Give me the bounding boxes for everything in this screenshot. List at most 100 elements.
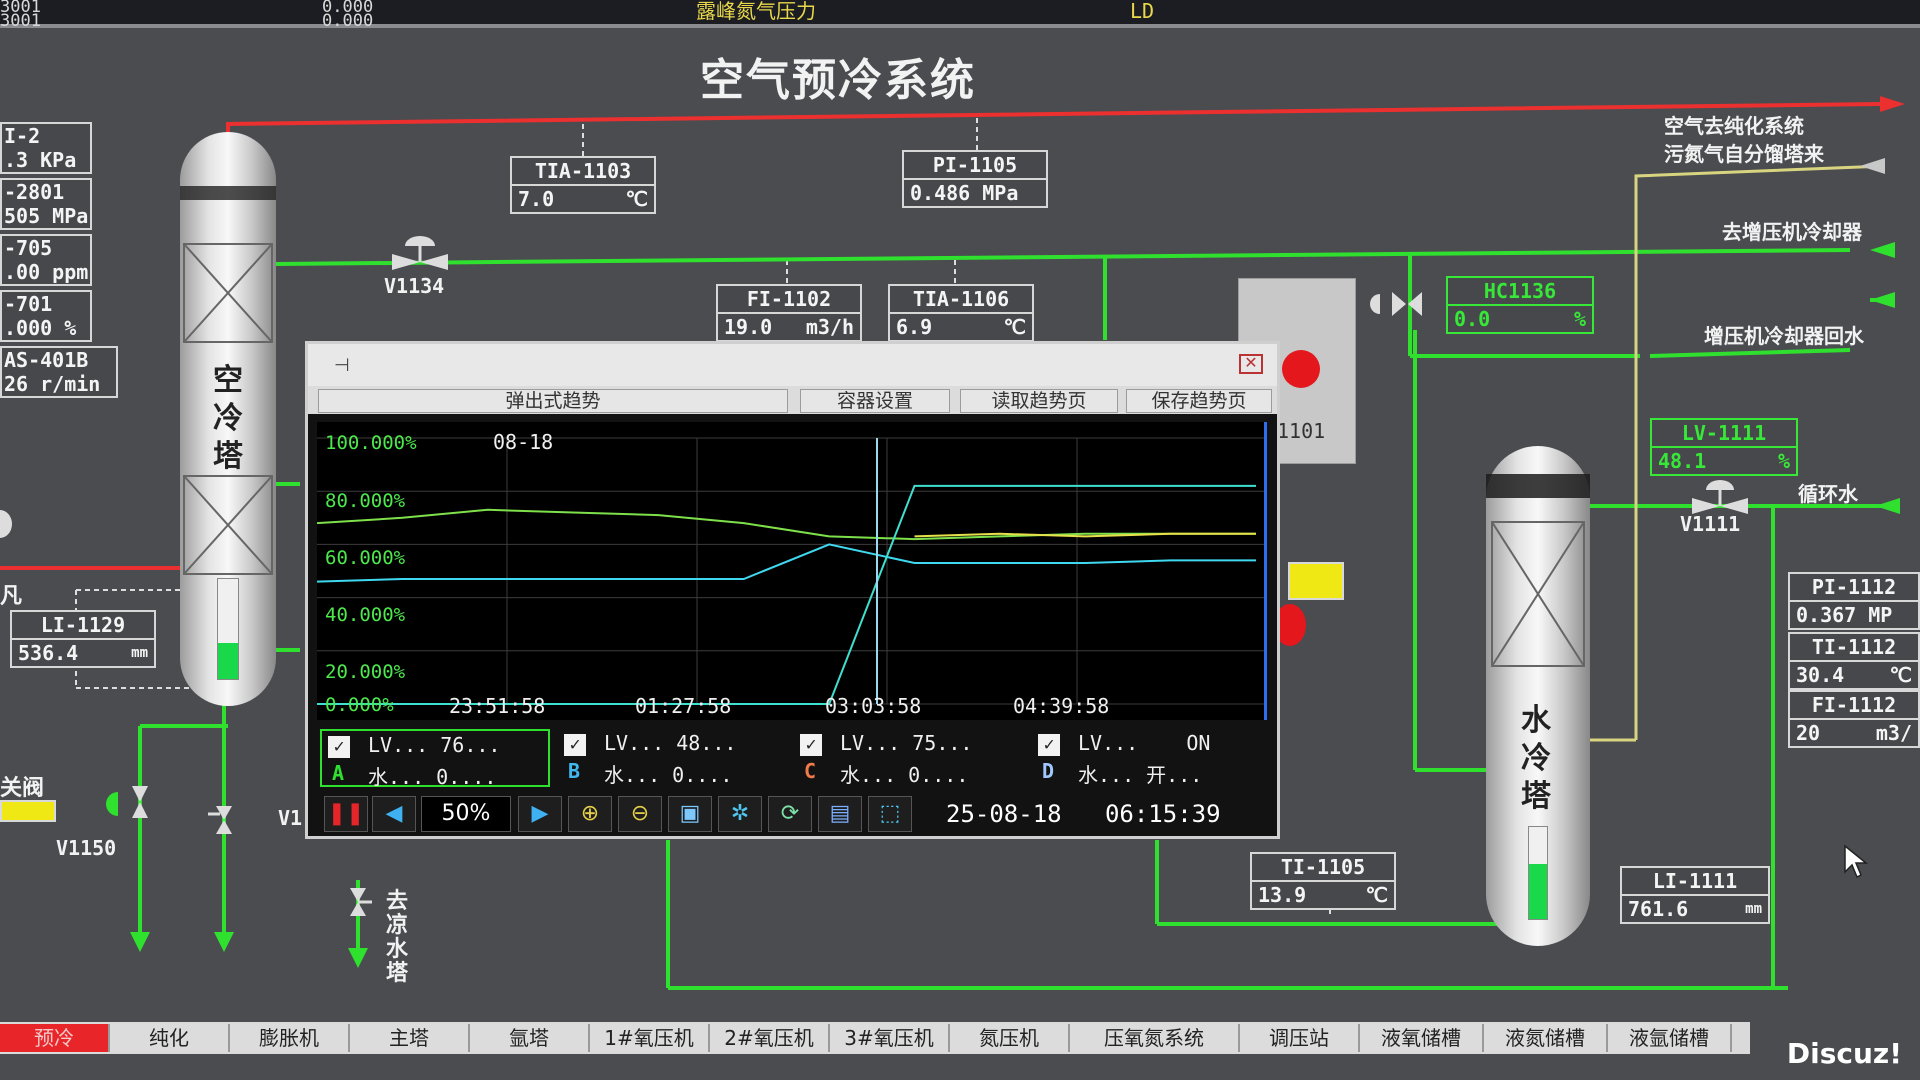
nav-tab-13[interactable]: 液氩储槽 — [1608, 1024, 1732, 1052]
tab-popup-trend[interactable]: 弹出式趋势 — [318, 389, 788, 413]
valve-v1-icon[interactable] — [208, 806, 232, 834]
legend-d-val: ON — [1186, 731, 1211, 755]
tag-unit: mm — [1745, 901, 1762, 917]
nav-tab-10[interactable]: 调压站 — [1240, 1024, 1360, 1052]
water-cooling-tower[interactable]: 水冷塔 — [1486, 446, 1590, 946]
alarm-indicator-1[interactable] — [1282, 350, 1320, 388]
tag-lv-1111[interactable]: LV-1111 48.1% — [1650, 418, 1798, 476]
nav-tab-0[interactable]: 预冷 — [0, 1024, 110, 1052]
cursor-select-icon[interactable]: ⬚ — [868, 796, 912, 832]
tag-fi-1102[interactable]: FI-1102 19.0 m3/h — [716, 284, 862, 342]
popup-trend-window[interactable]: ⊣ ✕ 弹出式趋势 容器设置 读取趋势页 保存趋势页 08-18 100.000… — [305, 341, 1280, 839]
refresh-icon[interactable]: ⟳ — [768, 796, 812, 832]
tag-tia-1106[interactable]: TIA-1106 6.9 ℃ — [888, 284, 1034, 342]
trend-series-2 — [317, 543, 1256, 583]
ytick-label: 40.000% — [325, 604, 406, 626]
legend-d-line1: LV... ON — [1078, 731, 1210, 755]
tab-save-trend[interactable]: 保存趋势页 — [1126, 389, 1272, 413]
zoom-in-icon[interactable]: ⊕ — [568, 796, 612, 832]
legend-checkbox-d[interactable]: ✓ — [1038, 734, 1060, 756]
trend-date-label: 08-18 — [493, 430, 554, 454]
tag-ti-1105[interactable]: TI-1105 13.9 ℃ — [1250, 852, 1396, 910]
left-tag-5-name: AS-401B — [4, 348, 89, 372]
tag-value: 30.4 — [1796, 663, 1845, 687]
nav-tab-4[interactable]: 氩塔 — [470, 1024, 590, 1052]
tab-read-trend[interactable]: 读取趋势页 — [960, 389, 1118, 413]
scroll-right-icon[interactable]: ▶ — [518, 796, 562, 832]
print-icon[interactable]: ▤ — [818, 796, 862, 832]
zoom-level[interactable]: 50% — [421, 796, 511, 832]
tag-name: TI-1105 — [1252, 854, 1394, 882]
tag-unit: ℃ — [625, 187, 648, 211]
close-valve-indicator[interactable] — [0, 800, 56, 822]
xtick-label: 01:27:58 — [635, 694, 732, 718]
scroll-left-icon[interactable]: ◀ — [372, 796, 416, 832]
status-indicator-yellow[interactable] — [1288, 562, 1344, 600]
trend-plot-area[interactable]: 08-18 100.000% 80.000% 60.000% 40.000% 2… — [317, 422, 1267, 720]
nav-tab-6[interactable]: 2#氧压机 — [710, 1024, 830, 1052]
popup-titlebar[interactable]: ⊣ ✕ — [308, 344, 1277, 386]
legend-checkbox-c[interactable]: ✓ — [800, 734, 822, 756]
legend-item-c[interactable]: ✓ LV... 75... C 水... 0.... — [794, 729, 1024, 787]
legend-checkbox-b[interactable]: ✓ — [564, 734, 586, 756]
nav-tab-12[interactable]: 液氮储槽 — [1484, 1024, 1608, 1052]
nav-tab-9[interactable]: 压氧氮系统 — [1070, 1024, 1240, 1052]
left-tag-3: -705 .00 ppm — [0, 234, 92, 286]
nav-tab-5[interactable]: 1#氧压机 — [590, 1024, 710, 1052]
legend-a-line1: LV... 76... — [368, 733, 500, 757]
valve-hc1136-icon[interactable] — [1370, 292, 1422, 316]
label-circ-water: 循环水 — [1798, 482, 1858, 506]
nav-tab-7[interactable]: 3#氧压机 — [830, 1024, 950, 1052]
pause-icon[interactable]: ❚❚ — [324, 796, 368, 832]
left-tag-2-name: -2801 — [4, 180, 65, 204]
nav-tab-2[interactable]: 膨胀机 — [230, 1024, 350, 1052]
tag-fi-1112[interactable]: FI-1112 20 m3/ — [1788, 690, 1920, 748]
left-tag-2: -2801 505 MPa — [0, 178, 92, 230]
tag-li-1129[interactable]: LI-1129 536.4 mm — [10, 610, 156, 668]
close-icon[interactable]: ✕ — [1239, 354, 1263, 374]
water-tower-level-gauge — [1528, 826, 1548, 920]
air-cooling-tower[interactable]: 空冷塔 — [180, 132, 276, 706]
label-waste-n2: 污氮气自分馏塔来 — [1664, 142, 1824, 166]
nav-tab-1[interactable]: 纯化 — [110, 1024, 230, 1052]
tag-unit: ℃ — [1365, 883, 1388, 907]
legend-letter-b: B — [568, 759, 581, 783]
tag-value: 13.9 — [1258, 883, 1307, 907]
label-v1134: V1134 — [384, 274, 445, 298]
legend-d-name2: 水... — [1078, 763, 1135, 787]
nav-tab-3[interactable]: 主塔 — [350, 1024, 470, 1052]
pin-icon[interactable]: ⊣ — [334, 355, 350, 376]
left-fragment-label: 凡 — [0, 584, 23, 609]
ytick-label: 0.000% — [325, 694, 394, 716]
legend-item-b[interactable]: ✓ LV... 48... B 水... 0.... — [558, 729, 788, 787]
valve-cooling-tower-icon[interactable] — [350, 888, 372, 916]
zoom-out-icon[interactable]: ⊖ — [618, 796, 662, 832]
tag-ti-1112[interactable]: TI-1112 30.4 ℃ — [1788, 632, 1920, 690]
tab-container-settings[interactable]: 容器设置 — [800, 389, 950, 413]
legend-d-val2: 开... — [1146, 763, 1203, 787]
legend-item-d[interactable]: ✓ LV... ON D 水... 开... — [1032, 729, 1262, 787]
ytick-label: 60.000% — [325, 547, 406, 569]
tag-unit: % — [1573, 307, 1586, 331]
tag-pi-1105[interactable]: PI-1105 0.486 MPa — [902, 150, 1048, 208]
tag-pi-1112[interactable]: PI-1112 0.367 MP — [1788, 572, 1920, 630]
settings-icon[interactable]: ✲ — [718, 796, 762, 832]
legend-item-a[interactable]: ✓ LV... 76... A 水... 0.... — [320, 729, 550, 789]
legend-checkbox-a[interactable]: ✓ — [328, 736, 350, 758]
tag-li-1111[interactable]: LI-1111 761.6 mm — [1620, 866, 1770, 924]
legend-c-name: LV... — [840, 731, 901, 755]
tag-unit: mm — [131, 645, 148, 661]
save-icon[interactable]: ▣ — [668, 796, 712, 832]
nav-tab-8[interactable]: 氮压机 — [950, 1024, 1070, 1052]
tag-tia-1103[interactable]: TIA-1103 7.0 ℃ — [510, 156, 656, 214]
valve-v1134-icon[interactable] — [392, 236, 448, 270]
trend-date: 25-08-18 — [946, 800, 1062, 828]
valve-v1111-icon[interactable] — [1692, 480, 1748, 514]
legend-b-val2: 0.... — [672, 763, 733, 787]
mouse-cursor-icon — [1844, 844, 1869, 879]
equipment-1101-label: 1101 — [1277, 419, 1326, 443]
nav-tab-11[interactable]: 液氧储槽 — [1360, 1024, 1484, 1052]
left-tag-1-name: I-2 — [4, 124, 41, 148]
tag-hc1136[interactable]: HC1136 0.0% — [1446, 276, 1594, 334]
left-tag-2-value: 505 MPa — [4, 204, 89, 228]
